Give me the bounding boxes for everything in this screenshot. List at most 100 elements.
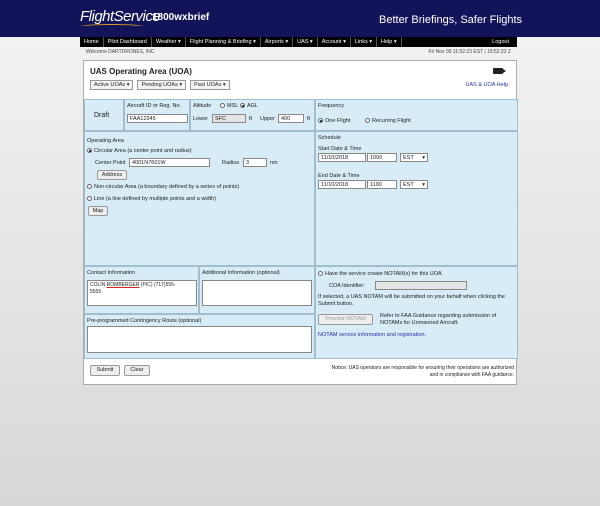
end-time-input[interactable]: 1100 <box>367 180 397 189</box>
start-date-input[interactable]: 11/10/2018 <box>318 153 366 162</box>
circular-area-radio[interactable] <box>87 148 92 153</box>
one-flight-label: One Flight <box>325 118 351 124</box>
flightservice-logo[interactable]: FlightService <box>80 8 161 25</box>
faa-guidance-text: Refer to FAA Guidance regarding submissi… <box>380 313 497 326</box>
line-area-label: Line (a line defined by multiple points … <box>94 196 216 202</box>
notam-cell: Have the service create NOTAM(s) for thi… <box>315 266 518 359</box>
radius-unit: nm <box>270 160 278 166</box>
upper-unit: ft <box>307 116 311 122</box>
contact-textarea[interactable]: COLIN ROMBERGER (PIC) (717)555- 5555 <box>87 280 197 306</box>
noncircular-area-label: Non-circular Area (a boundary defined by… <box>94 184 240 190</box>
schedule-cell: Schedule Start Date & Time 11/10/2018 10… <box>315 131 518 266</box>
coa-identifier-input[interactable] <box>375 281 467 290</box>
msl-radio[interactable] <box>220 103 225 108</box>
end-timezone-value: EST <box>403 182 414 188</box>
notice-text: Notice: UAS operators are responsible fo… <box>280 365 514 379</box>
line-area-radio[interactable] <box>87 196 92 201</box>
create-notam-label: Have the service create NOTAM(s) for thi… <box>325 271 442 277</box>
active-uoas-dropdown[interactable]: Active UOAs ▾ <box>90 80 134 90</box>
radius-input[interactable]: 3 <box>243 158 267 167</box>
agl-radio[interactable] <box>240 103 245 108</box>
end-date-input[interactable]: 11/10/2018 <box>318 180 366 189</box>
uas-help-link[interactable]: UAS & UOA Help <box>466 82 509 88</box>
aircraft-cell: Aircraft ID or Reg. No. FAA12345 <box>124 99 190 131</box>
nav-help[interactable]: Help ▾ <box>377 37 402 47</box>
submit-button[interactable]: Submit <box>90 365 120 376</box>
frequency-cell: Frequency One Flight Recurring Flight <box>315 99 518 131</box>
notice-line1: Notice: UAS operators are responsible fo… <box>331 365 514 371</box>
lower-altitude-input[interactable]: SFC <box>212 114 246 123</box>
status-label: Draft <box>94 112 110 119</box>
radius-label: Radius <box>222 160 240 166</box>
contact-name-prefix: COLIN <box>90 282 107 288</box>
contact-name: ROMBERGER <box>106 282 140 288</box>
nav-links[interactable]: Links ▾ <box>351 37 378 47</box>
altitude-label: Altitude <box>193 103 212 109</box>
uoa-dropdowns: Active UOAs ▾ Pending UOAs ▾ Past UOAs ▾ <box>90 80 230 90</box>
phone-brand: 1800wxbrief <box>152 12 210 23</box>
status-cell: Draft <box>84 99 124 131</box>
additional-info-textarea[interactable] <box>202 280 312 306</box>
slogan: Better Briefings, Safer Flights <box>379 14 523 26</box>
contingency-cell: Pre-programmed Contingency Route (option… <box>84 314 315 359</box>
upper-label: Upper <box>260 116 275 122</box>
lower-unit: ft <box>249 116 253 122</box>
main-nav: Home Pilot Dashboard Weather ▾ Flight Pl… <box>80 37 517 47</box>
notam-info-text: If selected, a UAS NOTAM will be submitt… <box>318 294 505 307</box>
page-title: UAS Operating Area (UOA) <box>90 67 192 76</box>
chevron-down-icon: ▾ <box>422 155 425 161</box>
additional-info-label: Additional Information (optional) <box>202 270 280 276</box>
create-notam-checkbox[interactable] <box>318 271 323 276</box>
contact-cell: Contact Information COLIN ROMBERGER (PIC… <box>84 266 199 314</box>
additional-info-cell: Additional Information (optional) <box>199 266 315 314</box>
uoa-panel: UAS Operating Area (UOA) Active UOAs ▾ P… <box>83 60 518 385</box>
contact-label: Contact Information <box>87 270 135 276</box>
logo-swoosh-icon <box>81 24 143 29</box>
center-point-label: Center Point <box>95 160 126 166</box>
notice-line2: and in compliance with FAA guidance. <box>429 372 514 378</box>
start-timezone-value: EST <box>403 155 414 161</box>
one-flight-radio[interactable] <box>318 118 323 123</box>
notam-registration-link[interactable]: NOTAM service information and registrati… <box>318 332 426 338</box>
center-point-input[interactable]: 4001N7601W <box>129 158 210 167</box>
nav-pilot-dashboard[interactable]: Pilot Dashboard <box>104 37 152 47</box>
start-timezone-select[interactable]: EST ▾ <box>400 153 428 162</box>
contingency-textarea[interactable] <box>87 326 312 353</box>
contingency-label: Pre-programmed Contingency Route (option… <box>87 318 202 324</box>
nav-flight-planning[interactable]: Flight Planning & Briefing ▾ <box>186 37 261 47</box>
past-uoas-dropdown[interactable]: Past UOAs ▾ <box>190 80 230 90</box>
agl-label: AGL <box>247 103 259 109</box>
sub-bar: Welcome DARTDRONES, INC Fri Nov 09 11:52… <box>80 48 517 56</box>
preview-notam-button[interactable]: Preview NOTAM <box>318 314 373 325</box>
msl-label: MSL <box>227 103 239 109</box>
welcome-text: Welcome DARTDRONES, INC <box>86 49 155 55</box>
video-camera-icon[interactable] <box>493 68 506 74</box>
upper-altitude-input[interactable]: 400 <box>278 114 304 123</box>
map-button[interactable]: Map <box>88 206 108 216</box>
address-button[interactable]: Address <box>97 170 127 180</box>
aircraft-label: Aircraft ID or Reg. No. <box>127 103 182 109</box>
nav-home[interactable]: Home <box>80 37 104 47</box>
noncircular-area-radio[interactable] <box>87 184 92 189</box>
recurring-flight-radio[interactable] <box>365 118 370 123</box>
aircraft-id-input[interactable]: FAA12345 <box>127 114 188 123</box>
operating-area-label: Operating Area <box>87 138 124 144</box>
start-time-input[interactable]: 1000 <box>367 153 397 162</box>
nav-airports[interactable]: Airports ▾ <box>261 37 294 47</box>
nav-weather[interactable]: Weather ▾ <box>152 37 186 47</box>
site-header: FlightService 1800wxbrief Better Briefin… <box>0 0 600 37</box>
nav-uas[interactable]: UAS ▾ <box>293 37 318 47</box>
pending-uoas-dropdown[interactable]: Pending UOAs ▾ <box>137 80 187 90</box>
lower-label: Lower <box>193 116 208 122</box>
logout-link[interactable]: Logout <box>488 37 517 47</box>
contact-phone-part: (PIC) (717)555- <box>139 282 176 288</box>
nav-account[interactable]: Account ▾ <box>318 37 351 47</box>
schedule-label: Schedule <box>318 135 341 141</box>
circular-area-label: Circular Area (a center point and radius… <box>94 148 192 154</box>
clear-button[interactable]: Clear <box>124 365 150 376</box>
clock-text: Fri Nov 09 11:52:23 EST | 16:52:23 Z <box>428 49 511 55</box>
end-timezone-select[interactable]: EST ▾ <box>400 180 428 189</box>
operating-area-cell: Operating Area Circular Area (a center p… <box>84 131 315 266</box>
altitude-cell: Altitude MSL AGL Lower SFC ft Upper 400 … <box>190 99 315 131</box>
chevron-down-icon: ▾ <box>422 182 425 188</box>
